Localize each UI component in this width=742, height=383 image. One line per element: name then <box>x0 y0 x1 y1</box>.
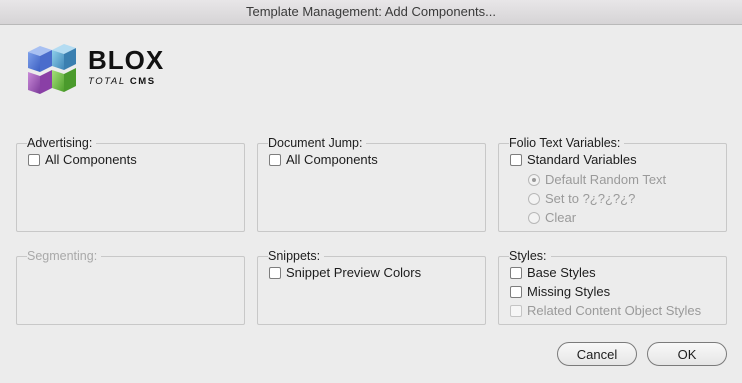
radio-circle[interactable] <box>528 193 540 205</box>
checkbox-box[interactable] <box>510 305 522 317</box>
styles-label: Styles: <box>509 248 551 264</box>
folio-text-variables-group: Folio Text Variables: Standard Variables… <box>498 135 727 232</box>
checkbox-box[interactable] <box>269 154 281 166</box>
checkbox-box[interactable] <box>28 154 40 166</box>
radio-circle[interactable] <box>528 174 540 186</box>
ok-button[interactable]: OK <box>647 342 727 366</box>
segmenting-label: Segmenting: <box>27 248 102 264</box>
radio-circle[interactable] <box>528 212 540 224</box>
checkbox-box[interactable] <box>510 154 522 166</box>
snippets-label: Snippets: <box>268 248 325 264</box>
clear-radio[interactable]: Clear <box>528 209 576 227</box>
styles-group: Styles: Base Styles Missing Styles Relat… <box>498 248 727 325</box>
checkbox-box[interactable] <box>269 267 281 279</box>
advertising-label: Advertising: <box>27 135 97 151</box>
document-jump-all-components-checkbox[interactable]: All Components <box>269 151 378 169</box>
document-jump-group: Document Jump: All Components <box>257 135 486 232</box>
snippet-preview-colors-checkbox[interactable]: Snippet Preview Colors <box>269 264 421 282</box>
snippets-group: Snippets: Snippet Preview Colors <box>257 248 486 325</box>
base-styles-checkbox[interactable]: Base Styles <box>510 264 596 282</box>
default-random-text-radio[interactable]: Default Random Text <box>528 171 666 189</box>
advertising-all-components-checkbox[interactable]: All Components <box>28 151 137 169</box>
blox-cube-icon <box>28 44 76 94</box>
document-jump-label: Document Jump: <box>268 135 367 151</box>
cancel-button[interactable]: Cancel <box>557 342 637 366</box>
logo-wordmark: BLOX <box>88 45 165 75</box>
checkbox-box[interactable] <box>510 267 522 279</box>
standard-variables-checkbox[interactable]: Standard Variables <box>510 151 637 169</box>
blox-logo: BLOX TOTAL CMS <box>26 42 166 98</box>
checkbox-box[interactable] <box>510 286 522 298</box>
window-title: Template Management: Add Components... <box>0 0 742 25</box>
missing-styles-checkbox[interactable]: Missing Styles <box>510 283 610 301</box>
set-to-radio[interactable]: Set to ?¿?¿?¿? <box>528 190 635 208</box>
segmenting-group: Segmenting: <box>16 248 245 325</box>
advertising-group: Advertising: All Components <box>16 135 245 232</box>
folio-text-variables-label: Folio Text Variables: <box>509 135 625 151</box>
related-content-object-styles-checkbox[interactable]: Related Content Object Styles <box>510 302 701 320</box>
logo-tagline: TOTAL CMS <box>88 76 156 87</box>
